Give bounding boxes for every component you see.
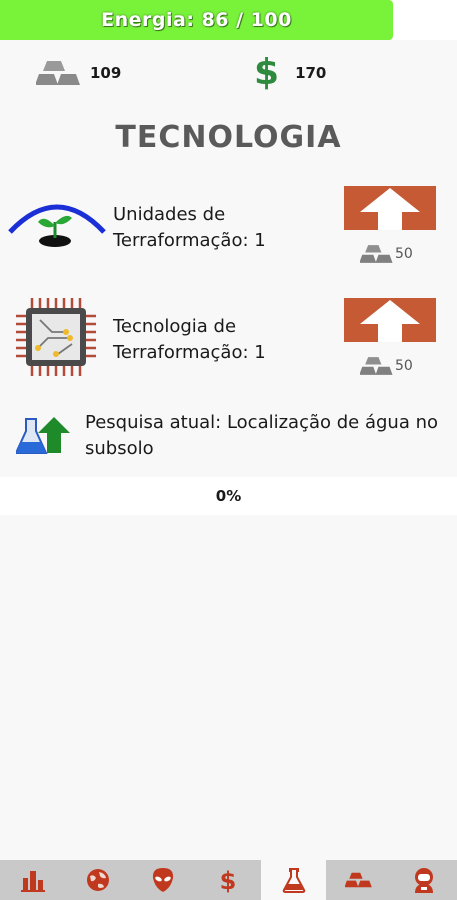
nav-stats[interactable] — [0, 860, 65, 900]
metal-bars-icon — [36, 61, 80, 85]
energy-label: Energia: 86 / 100 — [101, 9, 292, 31]
metal-bars-icon — [360, 357, 393, 375]
cost-value: 50 — [395, 358, 413, 374]
svg-text:$: $ — [220, 867, 237, 894]
bottom-nav: $ — [0, 860, 457, 900]
nav-money[interactable]: $ — [196, 860, 261, 900]
metal-resource: 109 — [36, 58, 121, 88]
page-title: TECNOLOGIA — [115, 120, 342, 155]
research-progress-label: 0% — [215, 487, 242, 505]
research-label: Pesquisa atual: Localização de água no s… — [85, 412, 438, 459]
current-research: Pesquisa atual: Localização de água no s… — [0, 405, 457, 465]
bar-chart-icon — [20, 871, 45, 892]
dollar-icon: $ — [254, 52, 280, 93]
metal-bars-icon — [345, 872, 372, 888]
astronaut-icon — [415, 868, 434, 893]
upgrade-terraform-tech-button[interactable] — [344, 298, 436, 342]
upgrade-cost: 50 — [360, 244, 413, 264]
nav-planet[interactable] — [65, 860, 130, 900]
upgrade-terraform-units-button[interactable] — [344, 186, 436, 230]
nav-metal[interactable] — [326, 860, 391, 900]
research-progress-bar: 0% — [0, 477, 457, 515]
metal-bars-icon — [360, 245, 393, 263]
alien-icon — [153, 868, 174, 892]
nav-astronaut[interactable] — [392, 860, 457, 900]
tech-row-terraform-units: Unidades de Terraformação: 1 50 — [0, 186, 457, 286]
plant-dome-icon — [8, 186, 106, 266]
upgrade-cost: 50 — [360, 356, 413, 376]
dollar-icon: $ — [220, 867, 237, 894]
cost-value: 50 — [395, 246, 413, 262]
nav-alien[interactable] — [131, 860, 196, 900]
chip-icon — [8, 298, 106, 378]
flask-arrow-icon — [14, 415, 70, 457]
tech-row-terraform-tech: Tecnologia de Terraformação: 1 50 — [0, 298, 457, 398]
arrow-up-icon — [360, 300, 420, 342]
planet-icon — [86, 869, 109, 891]
arrow-up-icon — [360, 188, 420, 230]
metal-value: 109 — [90, 64, 122, 82]
energy-bar: Energia: 86 / 100 — [0, 0, 457, 40]
flask-icon — [282, 868, 306, 893]
money-resource: $ 170 — [254, 52, 327, 93]
tech-label: Unidades de Terraformação: 1 — [113, 204, 266, 251]
tech-label: Tecnologia de Terraformação: 1 — [113, 316, 266, 363]
money-value: 170 — [295, 64, 327, 82]
nav-tech[interactable] — [261, 860, 327, 900]
